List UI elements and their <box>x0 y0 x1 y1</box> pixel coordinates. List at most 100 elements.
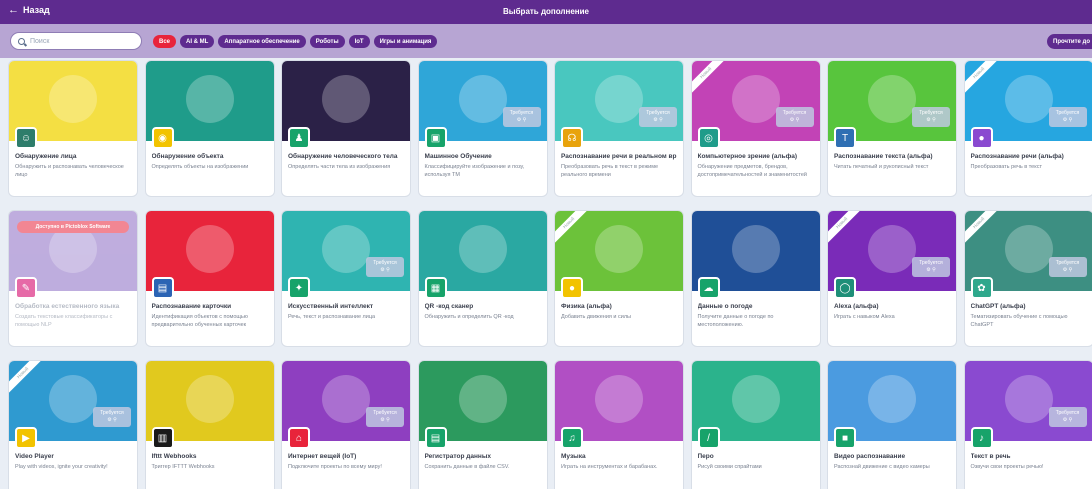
extension-description: Рисуй своими спрайтами <box>697 464 762 470</box>
extension-card[interactable]: / Перо Рисуй своими спрайтами <box>691 361 820 489</box>
extension-card[interactable]: Новый Требуется ⚙ ⚲ ◯ Alexa (альфа) Играть с … <box>828 211 956 346</box>
physics-icon: ● <box>561 277 583 299</box>
extension-card[interactable]: Требуется ⚙ ⚲ ▣ Машинное Обучение Классифици… <box>418 61 547 196</box>
filter-bar: Все AI & ML Аппаратное обеспечение Робот… <box>0 24 1092 58</box>
requires-badge: Требуется ⚙ ⚲ <box>912 107 950 127</box>
tts-icon: ♪ <box>970 427 993 449</box>
extension-card[interactable]: Новый Требуется ⚙ ⚲ ● Распознавание речи (ал… <box>964 61 1092 196</box>
nlp-icon: ✎ <box>15 277 37 299</box>
requires-badge: Требуется ⚙ ⚲ <box>1048 257 1087 277</box>
filter-chip-games[interactable]: Игры и анимация <box>373 35 438 48</box>
extension-title: QR -код сканер <box>424 303 474 310</box>
extension-description: Триггер IFTTT Webhooks <box>151 464 215 470</box>
requires-badge: Требуется ⚙ ⚲ <box>639 107 677 127</box>
requires-badge: Требуется ⚙ ⚲ <box>775 107 814 127</box>
extension-title: Машинное Обучение <box>424 153 492 160</box>
extension-card[interactable]: ▥ Ifttt Webhooks Триггер IFTTT Webhooks <box>145 361 274 489</box>
art-motif <box>49 75 97 123</box>
ai-icon: ✦ <box>288 277 310 299</box>
extension-description: Определять части тела из изображения <box>288 164 391 170</box>
read-button[interactable]: Прочтите до <box>1047 34 1092 49</box>
extension-title: Видео распознавание <box>834 453 906 460</box>
requires-label: Требуется <box>373 410 397 416</box>
art-motif <box>1004 375 1053 423</box>
art-motif <box>1004 75 1053 123</box>
extension-card[interactable]: ♟ Обнаружение человеческого тела Определят… <box>282 61 410 196</box>
requires-label: Требуется <box>919 110 943 116</box>
extension-title: Физика (альфа) <box>561 303 612 310</box>
requires-label: Требуется <box>509 110 534 116</box>
search-input[interactable] <box>30 37 130 45</box>
art-motif <box>595 225 643 273</box>
voice-icon: ● <box>970 127 993 149</box>
filter-chip-hardware[interactable]: Аппаратное обеспечение <box>218 35 306 48</box>
extension-card[interactable]: Доступно в Pictoblox Software ✎ Обработка … <box>9 211 137 346</box>
extension-description: Играть с навыком Alexa <box>834 314 895 320</box>
requires-icons: ⚙ ⚲ <box>926 267 936 273</box>
video-icon: ▶ <box>15 427 37 449</box>
extension-card[interactable]: ▤ Распознавание карточки Идентификация объ… <box>145 211 274 346</box>
filter-chip-robots[interactable]: Роботы <box>309 35 345 48</box>
search-box[interactable] <box>10 32 142 50</box>
art-motif <box>868 375 916 423</box>
requires-icons: ⚙ ⚲ <box>926 117 936 123</box>
requires-icons: ⚙ ⚲ <box>1062 267 1073 273</box>
art-motif <box>731 375 780 423</box>
extension-description: Озвучи свои проекты речью! <box>970 464 1044 470</box>
art-motif <box>1004 225 1053 273</box>
ml-icon: ▣ <box>424 127 447 149</box>
extension-card[interactable]: Требуется ⚙ ⚲ ✦ Искусственный интеллект Речь… <box>282 211 410 346</box>
extension-card[interactable]: ▤ Регистратор данных Сохранить данные в фа… <box>418 361 547 489</box>
extension-card[interactable]: ☺ Обнаружение лица Обнаружить и распознава… <box>9 61 137 196</box>
filter-chip-all[interactable]: Все <box>153 35 177 48</box>
extension-card[interactable]: ■ Видео распознавание Распознай движение с… <box>828 361 956 489</box>
music-icon: ♫ <box>561 427 583 449</box>
requires-label: Требуется <box>1055 260 1080 266</box>
extension-title: Компьютерное зрение (альфа) <box>697 153 798 160</box>
requires-badge: Требуется ⚙ ⚲ <box>366 407 404 427</box>
filter-chip-ai-ml[interactable]: AI & ML <box>180 35 215 48</box>
extension-card[interactable]: Новый ● Физика (альфа) Добавить движения и … <box>555 211 683 346</box>
extension-title: Обнаружение лица <box>15 153 77 160</box>
extension-card[interactable]: Требуется ⚙ ⚲ ♪ Текст в речь Озвучи свои про… <box>964 361 1092 489</box>
requires-badge: Требуется ⚙ ⚲ <box>93 407 131 427</box>
extension-description: Сохранить данные в файле CSV. <box>424 464 510 470</box>
top-bar: ← Назад Выбрать дополнение <box>0 0 1092 24</box>
requires-label: Требуется <box>646 110 670 116</box>
extension-card[interactable]: Новый Требуется ⚙ ⚲ ✿ ChatGPT (альфа) Тематиз… <box>964 211 1092 346</box>
extension-card[interactable]: ☁ Данные о погоде Получите данные о погоде… <box>691 211 820 346</box>
art-motif <box>185 225 234 273</box>
art-motif <box>49 375 97 423</box>
extension-description: Тематизировать обучение с помощью ChatGP… <box>970 314 1068 328</box>
extension-card[interactable]: Новый Требуется ⚙ ⚲ ◎ Компьютерное зрение (а… <box>691 61 820 196</box>
extension-title: Данные о погоде <box>697 303 753 310</box>
requires-label: Требуется <box>919 260 943 266</box>
extension-card[interactable]: Требуется ⚙ ⚲ ⌂ Интернет вещей (IoT) Подключ… <box>282 361 410 489</box>
extension-title: Распознавание текста (альфа) <box>834 153 933 160</box>
extension-card[interactable]: ▦ QR -код сканер Обнаружить и определить Q… <box>418 211 547 346</box>
extension-description: Читать печатный и рукописный текст <box>834 164 929 170</box>
art-motif <box>731 75 780 123</box>
extension-title: Искусственный интеллект <box>288 303 374 310</box>
extension-card[interactable]: Требуется ⚙ ⚲ ☊ Распознавание речи в реальн… <box>555 61 683 196</box>
extension-card[interactable]: Требуется ⚙ ⚲ T Распознавание текста (альфа… <box>828 61 956 196</box>
filter-chip-iot[interactable]: IoT <box>348 35 370 48</box>
extension-description: Обнаружение предметов, брендов, достопри… <box>697 164 808 178</box>
extension-card[interactable]: ♫ Музыка Играть на инструментах и барабана… <box>555 361 683 489</box>
extension-title: Ifttt Webhooks <box>151 453 197 460</box>
extension-description: Создать текстовые классификаторы с помощ… <box>15 314 113 328</box>
extension-title: Обнаружение объекта <box>151 153 224 160</box>
weather-icon: ☁ <box>697 277 720 299</box>
body-icon: ♟ <box>288 127 310 149</box>
extension-description: Получите данные о погоде по местоположен… <box>697 314 774 328</box>
sheet-icon: ▤ <box>424 427 447 449</box>
extension-card[interactable]: Новый Требуется ⚙ ⚲ ▶ Video Player Play with … <box>9 361 137 489</box>
requires-icons: ⚙ ⚲ <box>380 267 390 273</box>
extension-title: Перо <box>697 453 714 460</box>
extension-description: Преобразовать речь в текст в режиме реал… <box>561 164 659 178</box>
extension-title: Обработка естественного языка <box>15 303 120 310</box>
extension-description: Классифицируйте изображение и позу, испо… <box>424 164 525 178</box>
requires-label: Требуется <box>1055 110 1080 116</box>
requires-badge: Требуется ⚙ ⚲ <box>912 257 950 277</box>
extension-card[interactable]: ◉ Обнаружение объекта Определять объекты н… <box>145 61 274 196</box>
